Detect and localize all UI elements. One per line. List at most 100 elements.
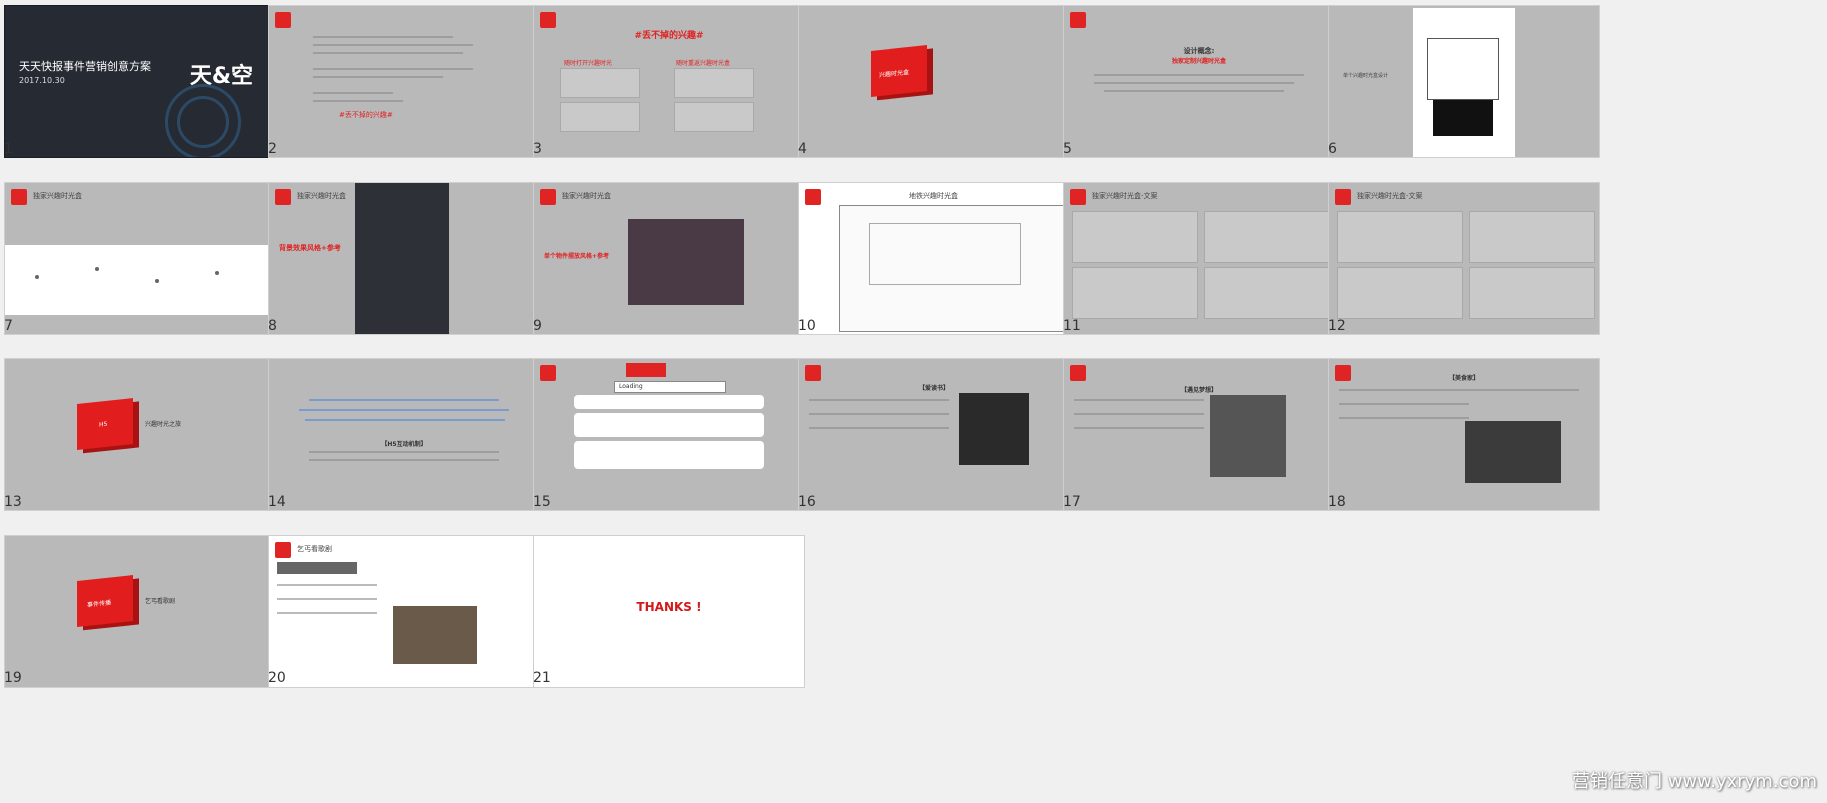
text-line bbox=[299, 409, 509, 411]
slide-9-caption: 单个物件摆放风格+参考 bbox=[544, 253, 610, 260]
slide-thumbnail-18[interactable]: 【美食家】 bbox=[1328, 358, 1600, 511]
slide-number-13: 13 bbox=[4, 494, 22, 510]
slide-number-18: 18 bbox=[1328, 494, 1346, 510]
slide-thumbnail-6[interactable]: 单个兴趣时光盒设计 bbox=[1328, 5, 1600, 158]
flow-box bbox=[674, 68, 754, 98]
slide-13-caption: 兴趣时光之旅 bbox=[145, 421, 182, 428]
slide-5-concept: 设计概念: bbox=[1183, 47, 1215, 55]
slide-20-title: 乞丐看歌剧 bbox=[297, 545, 332, 553]
slide-3-heading: #丢不掉的兴趣# bbox=[634, 31, 704, 41]
slide-1-title: 天天快报事件营销创意方案 bbox=[19, 60, 151, 73]
slide-thumbnail-12[interactable]: 独家兴趣时光盒-文案 bbox=[1328, 182, 1600, 335]
slide-3-left-column: 随时打开兴趣时光 bbox=[564, 60, 613, 67]
slide-4-box-label: 兴趣时光盒 bbox=[879, 68, 910, 80]
slide-15-label: Loading bbox=[619, 383, 643, 390]
slide-thumbnail-8[interactable]: 独家兴趣时光盒 背景效果风格+参考 bbox=[268, 182, 540, 335]
text-line bbox=[313, 92, 393, 94]
text-line bbox=[313, 100, 403, 102]
text-line bbox=[277, 612, 377, 614]
slide-thumbnail-10[interactable]: 地铁兴趣时光盒 bbox=[798, 182, 1070, 335]
slide-thumbnail-9[interactable]: 独家兴趣时光盒 单个物件摆放风格+参考 bbox=[533, 182, 805, 335]
slide-thumbnail-16[interactable]: 【爱读书】 bbox=[798, 358, 1070, 511]
sketch-image bbox=[1413, 8, 1515, 157]
space-reference-image bbox=[355, 183, 449, 334]
slide-19-caption: 乞丐看歌剧 bbox=[145, 598, 176, 605]
text-line bbox=[1074, 413, 1204, 415]
logo-badge bbox=[11, 189, 27, 205]
slide-number-10: 10 bbox=[798, 318, 816, 334]
copy-card bbox=[1204, 267, 1330, 319]
slide-number-2: 2 bbox=[268, 141, 277, 157]
slide-number-8: 8 bbox=[268, 318, 277, 334]
slide-11-title: 独家兴趣时光盒-文案 bbox=[1092, 192, 1158, 200]
slide-thumbnail-11[interactable]: 独家兴趣时光盒-文案 bbox=[1063, 182, 1335, 335]
text-line bbox=[309, 399, 499, 401]
slide-thumbnail-5[interactable]: 设计概念: 独家定制兴趣时光盒 bbox=[1063, 5, 1335, 158]
text-line bbox=[1339, 389, 1579, 391]
flow-step bbox=[574, 413, 764, 437]
slide-thumbnail-20[interactable]: 乞丐看歌剧 bbox=[268, 535, 540, 688]
logo-badge bbox=[540, 365, 556, 381]
logo-badge bbox=[275, 12, 291, 28]
slide-5-subconcept: 独家定制兴趣时光盒 bbox=[1171, 58, 1226, 65]
text-line bbox=[277, 584, 377, 586]
slide-3-right-column: 随时重返兴趣时光盒 bbox=[676, 60, 731, 67]
logo-badge bbox=[1335, 189, 1351, 205]
slide-thumbnail-19[interactable]: 事件传播 乞丐看歌剧 bbox=[4, 535, 276, 688]
logo-badge bbox=[805, 365, 821, 381]
slide-thumbnail-3[interactable]: #丢不掉的兴趣# 随时打开兴趣时光 随时重返兴趣时光盒 bbox=[533, 5, 805, 158]
slide-1-date: 2017.10.30 bbox=[19, 76, 65, 85]
text-line bbox=[277, 598, 377, 600]
slide-8-caption: 背景效果风格+参考 bbox=[279, 244, 341, 252]
text-line bbox=[313, 44, 473, 46]
site-watermark: 营销任意门 www.yxrym.com bbox=[1571, 771, 1817, 792]
slide-8-title: 独家兴趣时光盒 bbox=[297, 192, 346, 200]
logo-badge bbox=[275, 189, 291, 205]
copy-card bbox=[1469, 267, 1595, 319]
slide-thumbnail-17[interactable]: 【遇见梦想】 bbox=[1063, 358, 1335, 511]
text-line bbox=[309, 459, 499, 461]
slide-number-20: 20 bbox=[268, 670, 286, 686]
slide-thumbnail-21[interactable]: THANKS ! bbox=[533, 535, 805, 688]
slide-thumbnail-2[interactable]: #丢不掉的兴趣# bbox=[268, 5, 540, 158]
slide-14-heading: 【H5互动机制】 bbox=[381, 441, 427, 448]
slide-number-4: 4 bbox=[798, 141, 807, 157]
slide-number-19: 19 bbox=[4, 670, 22, 686]
slide-thumbnail-15[interactable]: Loading bbox=[533, 358, 805, 511]
copy-card bbox=[1337, 211, 1463, 263]
slide-12-title: 独家兴趣时光盒-文案 bbox=[1357, 192, 1423, 200]
text-line bbox=[309, 451, 499, 453]
flow-box bbox=[560, 68, 640, 98]
beggar-photo bbox=[393, 606, 477, 664]
slide-number-11: 11 bbox=[1063, 318, 1081, 334]
slide-thumbnail-14[interactable]: 【H5互动机制】 bbox=[268, 358, 540, 511]
decorative-ring bbox=[177, 96, 229, 148]
slide-7-title: 独家兴趣时光盒 bbox=[33, 192, 82, 200]
slide-thumbnail-13[interactable]: H5 兴趣时光之旅 bbox=[4, 358, 276, 511]
slide-number-9: 9 bbox=[533, 318, 542, 334]
room-reference-image bbox=[628, 219, 744, 305]
slide-sorter: 天天快报事件营销创意方案 2017.10.30 天&空 1 #丢不掉的兴趣# 2… bbox=[0, 0, 1827, 803]
text-line bbox=[1074, 427, 1204, 429]
slide-number-12: 12 bbox=[1328, 318, 1346, 334]
slide-number-6: 6 bbox=[1328, 141, 1337, 157]
slide-number-3: 3 bbox=[533, 141, 542, 157]
logo-badge bbox=[805, 189, 821, 205]
logo-badge bbox=[275, 542, 291, 558]
slide-thumbnail-7[interactable]: 独家兴趣时光盒 bbox=[4, 182, 276, 335]
slide-thumbnail-1[interactable]: 天天快报事件营销创意方案 2017.10.30 天&空 bbox=[4, 5, 276, 158]
text-line bbox=[313, 68, 473, 70]
reader-photo bbox=[959, 393, 1029, 465]
copy-card bbox=[1072, 211, 1198, 263]
slide-number-1: 1 bbox=[4, 141, 13, 157]
slide-number-5: 5 bbox=[1063, 141, 1072, 157]
slide-17-heading: 【遇见梦想】 bbox=[1180, 387, 1217, 394]
slide-thumbnail-4[interactable]: 兴趣时光盒 bbox=[798, 5, 1070, 158]
slide-21-thanks: THANKS ! bbox=[636, 600, 702, 614]
slide-13-box-label: H5 bbox=[99, 420, 108, 429]
flow-step bbox=[574, 395, 764, 409]
slide-10-title: 地铁兴趣时光盒 bbox=[909, 192, 958, 200]
flow-step bbox=[574, 441, 764, 469]
slide-number-16: 16 bbox=[798, 494, 816, 510]
flow-step: Loading bbox=[614, 381, 726, 393]
